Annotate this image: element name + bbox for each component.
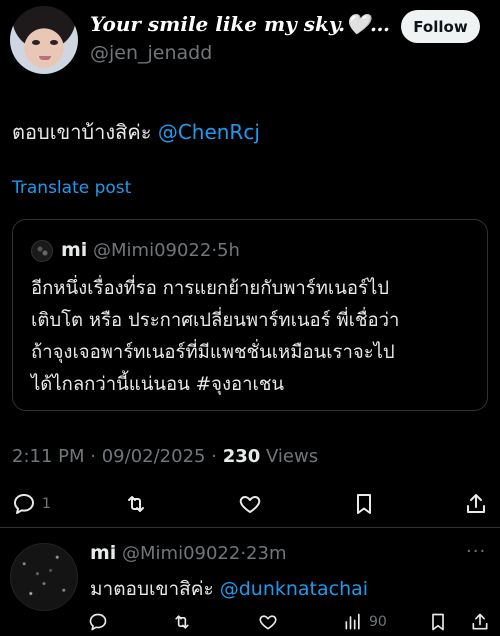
- author-display-name[interactable]: Your smile like my sky.🤍…: [90, 12, 390, 36]
- quoted-post-text: อีกหนึ่งเรื่องที่รอ การแยกย้ายกับพาร์ทเน…: [31, 273, 476, 401]
- share-button[interactable]: [464, 490, 488, 518]
- translate-post-link[interactable]: Translate post: [12, 178, 131, 198]
- reply-icon: [14, 494, 34, 514]
- reply-text-body: มาตอบเขาสิค่ะ: [90, 578, 214, 600]
- retweet-icon: [175, 615, 189, 629]
- avatar-eye-left: [32, 40, 40, 45]
- reply-views-count: 90: [369, 614, 387, 630]
- reply-author-name[interactable]: mi: [90, 542, 116, 564]
- reply-icon: [89, 613, 107, 631]
- more-icon[interactable]: ···: [466, 541, 486, 562]
- quoted-post-card[interactable]: mi @Mimi09022·5h อีกหนึ่งเรื่องที่รอ การ…: [12, 219, 488, 411]
- author-handle[interactable]: @jen_jenadd: [90, 42, 212, 64]
- reply-bookmark-button[interactable]: [428, 610, 448, 634]
- meta-separator: ·: [211, 446, 217, 467]
- like-button[interactable]: [238, 490, 262, 518]
- views-icon: [345, 613, 360, 630]
- avatar-mouth: [39, 56, 51, 60]
- views-label: Views: [266, 446, 319, 467]
- reply-reply-button[interactable]: [88, 610, 108, 634]
- views-count: 230: [222, 446, 261, 467]
- reply-repost-button[interactable]: [172, 610, 192, 634]
- quoted-author-name[interactable]: mi: [61, 239, 87, 261]
- post-mention-link[interactable]: @ChenRcj: [158, 120, 260, 144]
- avatar-eye-right: [50, 40, 58, 45]
- post-date[interactable]: 09/02/2025: [102, 446, 206, 467]
- reply-text: มาตอบเขาสิค่ะ @dunknatachai: [90, 574, 368, 604]
- post-text: ตอบเขาบ้างสิค่ะ @ChenRcj: [12, 116, 260, 148]
- meta-separator: ·: [90, 446, 96, 467]
- quoted-text-line: ได้ไกลกว่านี้แน่นอน #จุงอาเชน: [31, 374, 285, 395]
- reply-share-button[interactable]: [470, 610, 490, 634]
- reply-mention-link[interactable]: @dunknatachai: [220, 578, 368, 600]
- reply-author-handle-time: @Mimi09022·23m: [122, 543, 287, 564]
- follow-button[interactable]: Follow: [401, 10, 480, 43]
- post-meta: 2:11 PM · 09/02/2025 · 230 Views: [12, 446, 318, 467]
- post-text-body: ตอบเขาบ้างสิค่ะ: [12, 120, 152, 144]
- author-avatar[interactable]: [10, 6, 78, 74]
- reply-author-avatar[interactable]: [10, 543, 78, 611]
- quoted-author-avatar[interactable]: [31, 240, 53, 262]
- quoted-text-line: อีกหนึ่งเรื่องที่รอ การแยกย้ายกับพาร์ทเน…: [31, 278, 389, 299]
- repost-button[interactable]: [124, 490, 148, 518]
- quoted-text-line: เติบโต หรือ ประกาศเปลี่ยนพาร์ทเนอร์ พี่เ…: [31, 310, 400, 331]
- reply-divider: [0, 527, 500, 528]
- bookmark-button[interactable]: [352, 490, 376, 518]
- quoted-text-line: ถ้าจุงเจอพาร์ทเนอร์ที่มีแพชชั่นเหมือนเรา…: [31, 342, 395, 363]
- reply-like-button[interactable]: [258, 610, 278, 634]
- like-icon: [239, 496, 261, 513]
- post-time[interactable]: 2:11 PM: [12, 446, 85, 467]
- retweet-icon: [128, 496, 144, 512]
- reply-views-button[interactable]: 90: [343, 610, 387, 634]
- bookmark-icon: [357, 494, 371, 514]
- share-icon: [467, 494, 485, 513]
- share-icon: [472, 613, 488, 630]
- like-icon: [259, 615, 277, 630]
- quoted-author-handle-time: @Mimi09022·5h: [93, 240, 240, 261]
- bookmark-icon: [432, 613, 444, 631]
- reply-button[interactable]: 1: [12, 490, 51, 518]
- reply-count: 1: [42, 496, 51, 512]
